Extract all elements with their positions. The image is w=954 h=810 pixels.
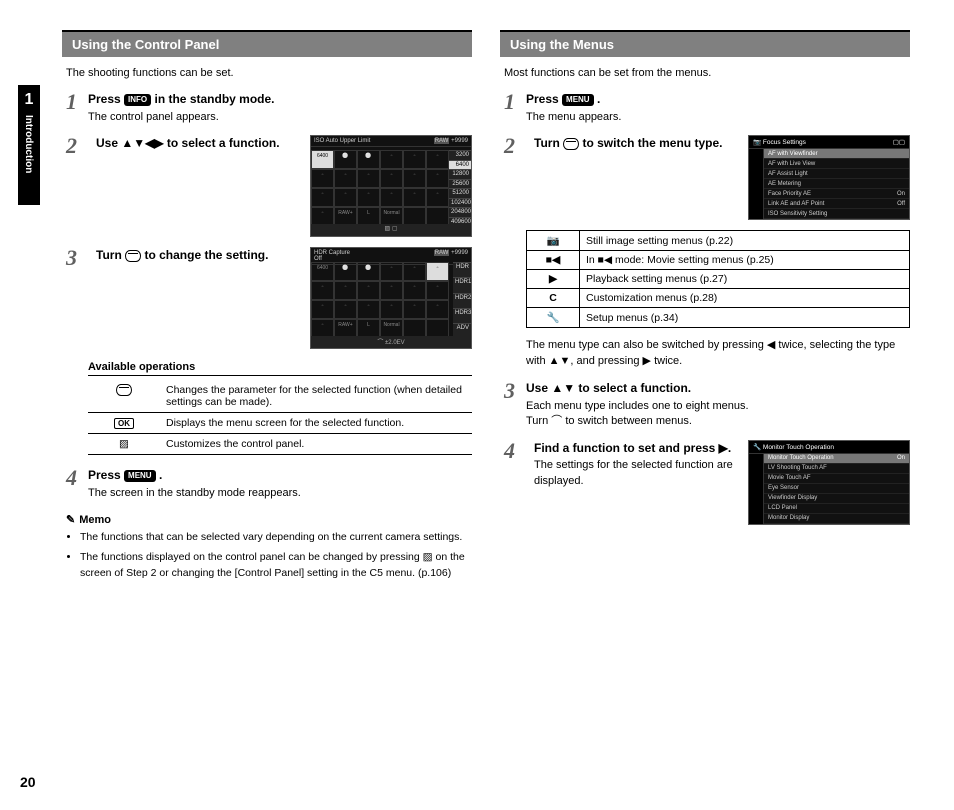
- camera-icon: 📷: [527, 231, 580, 251]
- wrench-icon: 🔧: [527, 308, 580, 328]
- menu-button-icon: MENU: [562, 94, 594, 106]
- menu-screenshot-2: 🔧 Monitor Touch Operation Monitor Touch …: [748, 440, 910, 525]
- operations-table: Changes the parameter for the selected f…: [88, 380, 472, 455]
- step-3-left: 3 Turn to change the setting. HDR Captur…: [66, 247, 472, 349]
- ok-button-icon: OK: [114, 418, 134, 429]
- dial-icon: [563, 138, 579, 150]
- switch-note: The menu type can also be switched by pr…: [526, 338, 910, 370]
- intro-right: Most functions can be set from the menus…: [504, 67, 910, 79]
- available-operations-heading: Available operations: [88, 361, 472, 376]
- step-4-left: 4 Press MENU . The screen in the standby…: [66, 467, 472, 501]
- chapter-tab: 1 Introduction: [18, 85, 40, 205]
- info-button-icon: INFO: [124, 94, 151, 106]
- step-4-right: 4 Find a function to set and press ▶. Th…: [504, 440, 910, 525]
- memo-list: The functions that can be selected vary …: [80, 530, 472, 581]
- page-number: 20: [20, 774, 36, 790]
- control-panel-screenshot-2: HDR CaptureOffRAW +9999 6400⚪⚪▫▫▫ ▫▫▫▫▫▫…: [310, 247, 472, 349]
- step-1-left: 1 Press INFO in the standby mode. The co…: [66, 91, 472, 125]
- menu-types-table: 📷Still image setting menus (p.22) ■◀In ■…: [526, 230, 910, 328]
- menu-button-icon: MENU: [124, 470, 156, 482]
- chapter-title: Introduction: [18, 113, 39, 175]
- ev-icon: ▨: [119, 438, 129, 450]
- step-2-right: 2 Turn to switch the menu type. 📷 Focus …: [504, 135, 910, 220]
- intro-left: The shooting functions can be set.: [66, 67, 472, 79]
- chapter-number: 1: [18, 85, 40, 113]
- step-3-right: 3 Use ▲▼ to select a function. Each menu…: [504, 380, 910, 430]
- menu-screenshot-1: 📷 Focus Settings▢▢ AF with Viewfinder AF…: [748, 135, 910, 220]
- dial-icon: [125, 250, 141, 262]
- dial-icon: [116, 384, 132, 396]
- section-header-right: Using the Menus: [500, 30, 910, 57]
- memo-heading: Memo: [66, 513, 472, 526]
- step-1-right: 1 Press MENU . The menu appears.: [504, 91, 910, 125]
- movie-icon: ■◀: [527, 251, 580, 270]
- custom-icon: C: [527, 289, 580, 308]
- control-panel-screenshot-1: ISO Auto Upper LimitRAW +9999 6400⚪⚪▫▫▫ …: [310, 135, 472, 237]
- left-column: Using the Control Panel The shooting fun…: [62, 30, 472, 586]
- section-header-left: Using the Control Panel: [62, 30, 472, 57]
- right-column: Using the Menus Most functions can be se…: [500, 30, 910, 586]
- playback-icon: ▶: [527, 270, 580, 289]
- step-2-left: 2 Use ▲▼◀▶ to select a function. ISO Aut…: [66, 135, 472, 237]
